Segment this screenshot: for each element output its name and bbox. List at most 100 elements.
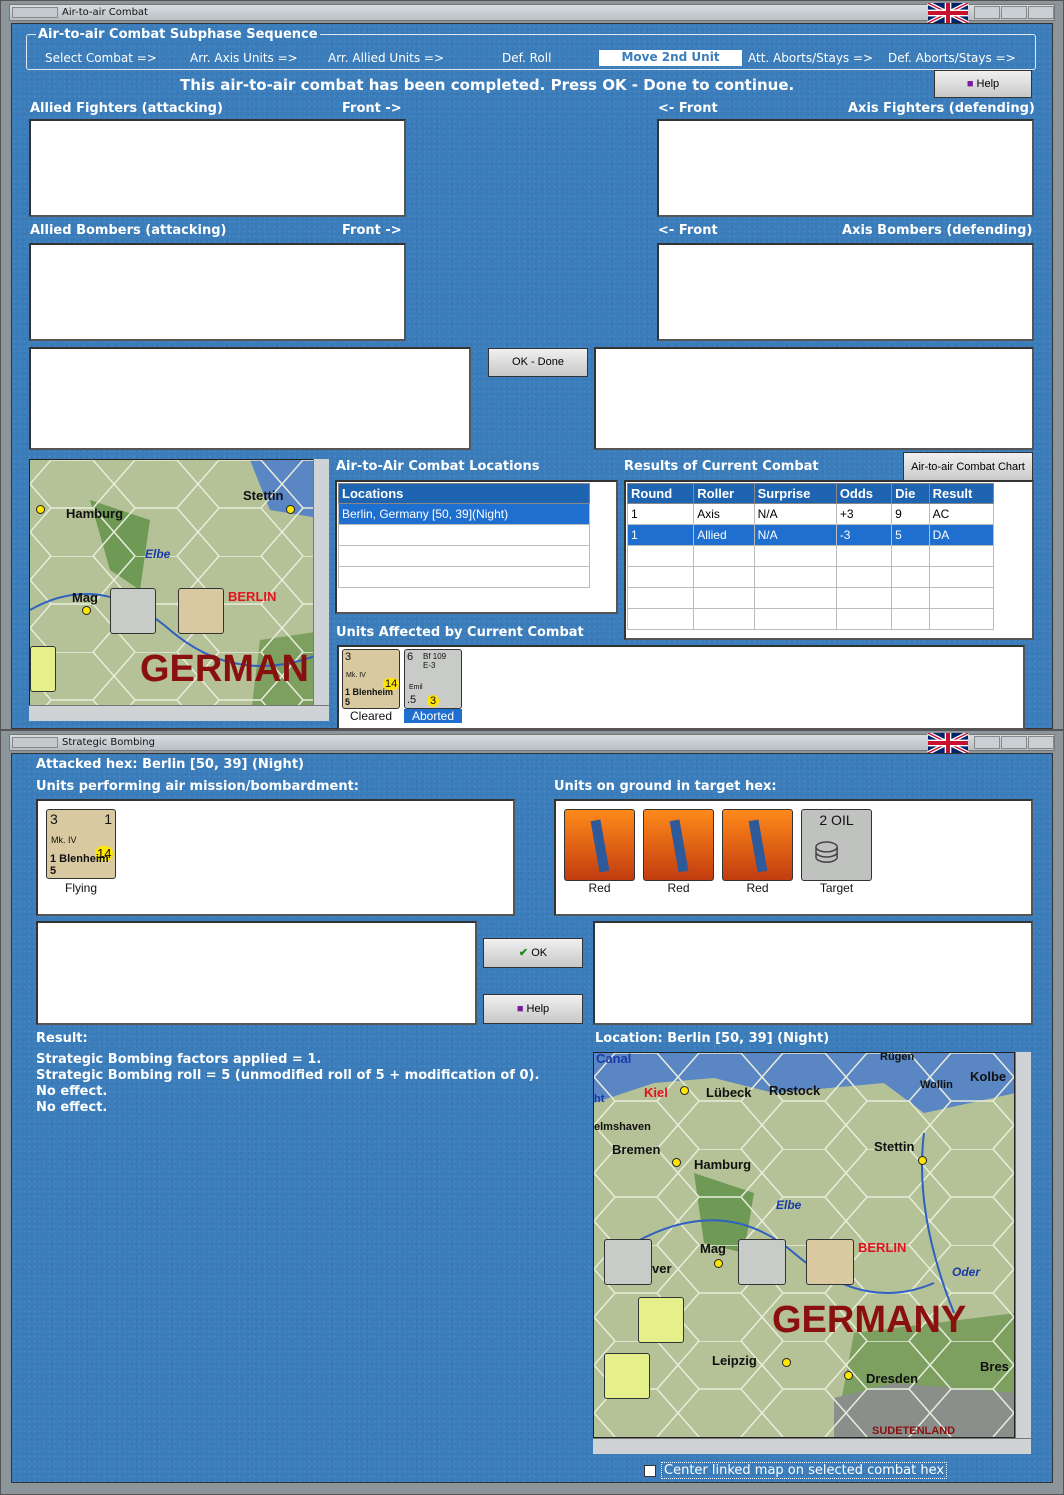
map-small-elbe: Elbe	[145, 547, 171, 561]
map-kolbe: Kolbe	[970, 1069, 1007, 1084]
map-small-counter-fiat[interactable]	[30, 646, 56, 692]
affected-unit-blenheim[interactable]: 3 Mk. IV 14 1 Blenheim 5	[342, 649, 400, 709]
air-combat-window: Air-to-air Combat Air-to-air Combat Subp…	[0, 0, 1064, 730]
map-dresden: Dresden	[866, 1371, 919, 1386]
axis-fighters-label: Axis Fighters (defending)	[848, 101, 1035, 116]
results-row-selected[interactable]: 1 Allied N/A -3 5 DA	[626, 524, 995, 546]
front-right-label-1: Front ->	[342, 101, 402, 116]
close-button[interactable]	[1028, 736, 1054, 749]
ground-unit-flak-1[interactable]	[564, 809, 635, 881]
flying-unit-blenheim[interactable]: 3 1 Mk. IV 14 1 Blenheim 5	[46, 809, 116, 879]
result-line: Strategic Bombing factors applied = 1.	[36, 1052, 322, 1067]
combat-chart-button[interactable]: Air-to-air Combat Chart	[903, 452, 1033, 482]
map-large-hscroll[interactable]	[593, 1438, 1031, 1454]
map-counter-bf109-f1[interactable]	[604, 1239, 652, 1285]
results-col-surprise[interactable]: Surprise	[753, 483, 837, 504]
seq-def-roll: Def. Roll	[502, 51, 552, 65]
ground-caption-target: Target	[819, 881, 854, 895]
result-line: No effect.	[36, 1084, 108, 1099]
bombing-titlebar[interactable]: Strategic Bombing	[9, 733, 1055, 753]
map-counter-blenheim[interactable]	[806, 1239, 854, 1285]
results-col-die[interactable]: Die	[891, 483, 930, 504]
minimize-button[interactable]	[974, 6, 1000, 19]
ground-unit-oil[interactable]: 2 OIL ⛁	[801, 809, 872, 881]
axis-bombers-box[interactable]	[657, 243, 1034, 341]
map-small-mag: Mag	[72, 590, 98, 605]
map-small-city-dot	[36, 505, 45, 514]
map-small-vscroll[interactable]	[313, 459, 329, 705]
ok-label: OK	[531, 947, 548, 959]
map-city-dot	[844, 1371, 853, 1380]
locations-header[interactable]: Locations	[338, 483, 590, 504]
map-counter-macchi[interactable]	[604, 1353, 650, 1399]
air-combat-body: Air-to-air Combat Subphase Sequence Sele…	[11, 23, 1053, 730]
titlebar-grip[interactable]	[12, 7, 58, 18]
allied-fighters-box[interactable]	[29, 119, 406, 217]
flak-gun-icon	[748, 819, 768, 873]
unit-name: Bf 109 E-3	[423, 652, 447, 670]
help-label: Help	[976, 78, 1000, 90]
affected-unit-bf109[interactable]: 6 Bf 109 E-3 Emil 3 .5	[404, 649, 462, 709]
map-stettin: Stettin	[874, 1139, 915, 1154]
ground-unit-flak-3[interactable]	[722, 809, 793, 881]
results-row[interactable]: 1 Axis N/A +3 9 AC	[626, 503, 995, 525]
titlebar-grip[interactable]	[12, 737, 58, 748]
maximize-button[interactable]	[1001, 6, 1027, 19]
location-row-empty	[338, 545, 590, 567]
allied-bombers-box[interactable]	[29, 243, 406, 341]
center-map-checkbox-row[interactable]: Center linked map on selected combat hex	[644, 1462, 948, 1479]
affected-units-box: 3 Mk. IV 14 1 Blenheim 5 Cleared 6 Bf 10…	[337, 645, 1025, 730]
ok-button[interactable]: ✔ OK	[483, 938, 583, 968]
flak-gun-icon	[590, 819, 610, 873]
axis-bombers-label: Axis Bombers (defending)	[842, 223, 1033, 238]
map-small-counter-blenheim[interactable]	[178, 588, 224, 634]
cell: Allied	[693, 524, 755, 546]
map-leipzig: Leipzig	[712, 1353, 757, 1368]
map-small-counter-bf109[interactable]	[110, 588, 156, 634]
help-button-2[interactable]: ■ Help	[483, 994, 583, 1024]
map-small-hamburg: Hamburg	[66, 506, 124, 521]
ground-unit-flak-2[interactable]	[643, 809, 714, 881]
map-counter-bf109-e3[interactable]	[738, 1239, 786, 1285]
center-map-checkbox[interactable]	[644, 1464, 656, 1477]
close-button[interactable]	[1028, 6, 1054, 19]
flak-gun-icon	[669, 819, 689, 873]
results-col-roller[interactable]: Roller	[693, 483, 755, 504]
unit-name: Mk. IV	[346, 672, 366, 679]
minimize-button[interactable]	[974, 736, 1000, 749]
allied-bombers-label: Allied Bombers (attacking)	[30, 223, 227, 238]
map-lubeck: Lübeck	[706, 1085, 752, 1100]
combat-map-large[interactable]: Canal Rügen Kiel Lübeck Rostock Wollin K…	[593, 1052, 1015, 1438]
results-table-box[interactable]: Round Roller Surprise Odds Die Result 1 …	[624, 480, 1034, 640]
maximize-button[interactable]	[1001, 736, 1027, 749]
flying-units-box: 3 1 Mk. IV 14 1 Blenheim 5 Flying	[36, 799, 515, 916]
center-map-label: Center linked map on selected combat hex	[661, 1462, 948, 1479]
ground-caption-1: Red	[588, 881, 611, 895]
check-icon: ✔	[518, 947, 529, 959]
results-col-round[interactable]: Round	[626, 483, 695, 504]
cell: 1	[626, 524, 695, 546]
map-bres: Bres	[980, 1359, 1009, 1374]
unit-bottom: 1 Blenheim 5	[50, 853, 109, 877]
strategic-bombing-window: Strategic Bombing Attacked hex: Berlin […	[0, 730, 1064, 1495]
unit-bottom: 1 Blenheim 5	[345, 687, 394, 707]
air-combat-titlebar[interactable]: Air-to-air Combat	[9, 3, 1055, 23]
map-counter-fiat[interactable]	[638, 1297, 684, 1343]
ok-done-button[interactable]: OK - Done	[488, 348, 588, 377]
location-row[interactable]: Berlin, Germany [50, 39](Night)	[338, 503, 590, 525]
defender-result-box	[593, 921, 1033, 1025]
map-small-hscroll[interactable]	[29, 705, 329, 721]
results-col-odds[interactable]: Odds	[835, 483, 893, 504]
uk-flag-icon	[927, 3, 969, 23]
unit-bottom: .5	[407, 694, 417, 706]
map-large-vscroll[interactable]	[1015, 1052, 1031, 1438]
uk-flag-icon	[927, 733, 969, 753]
locations-list[interactable]: Locations Berlin, Germany [50, 39](Night…	[335, 480, 618, 614]
combat-map-small[interactable]: Hamburg Stettin Elbe Mag BERLIN GERMAN	[29, 459, 329, 721]
results-col-result[interactable]: Result	[928, 483, 995, 504]
map-oder: Oder	[952, 1265, 981, 1279]
result-line: No effect.	[36, 1100, 108, 1115]
help-button[interactable]: ■ Help	[934, 70, 1032, 98]
unit-top-left: 3	[345, 651, 352, 663]
axis-fighters-box[interactable]	[657, 119, 1034, 217]
